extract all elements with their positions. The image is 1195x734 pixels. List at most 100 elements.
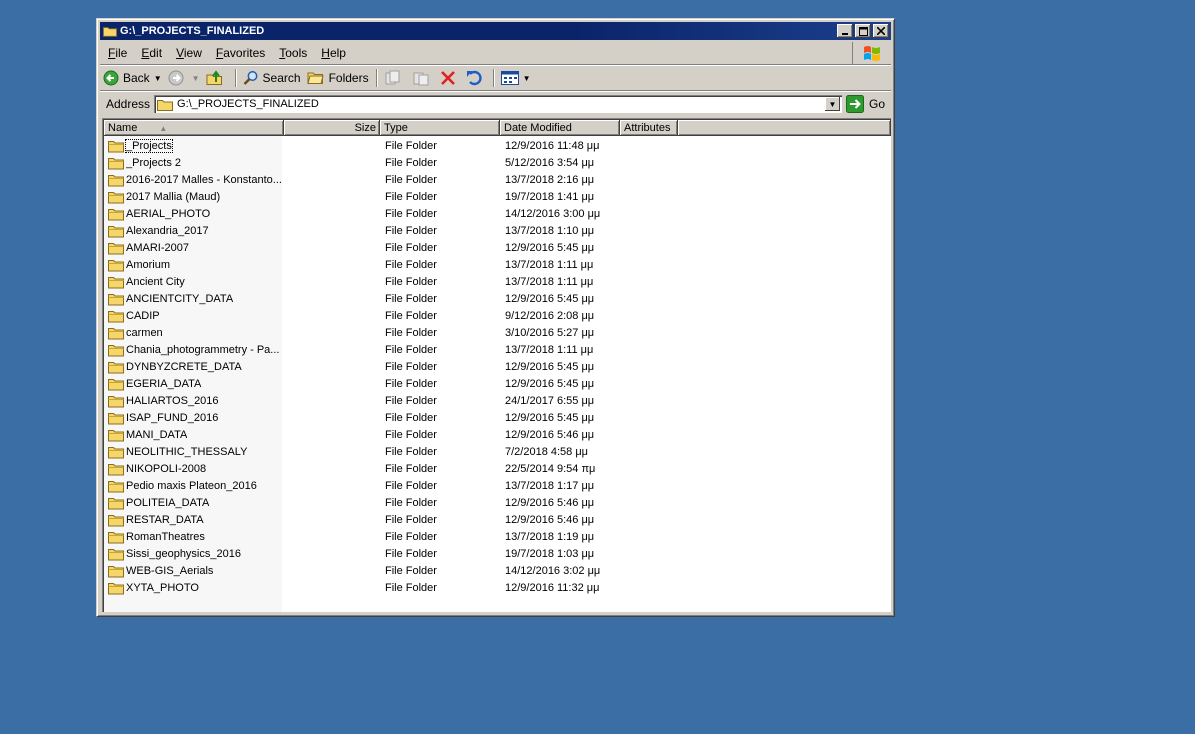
column-header-size[interactable]: Size	[284, 120, 380, 136]
address-input[interactable]: G:\_PROJECTS_FINALIZED ▼	[154, 95, 842, 113]
move-to-button[interactable]	[381, 68, 409, 88]
table-row[interactable]: carmen File Folder 3/10/2016 5:27 μμ	[104, 324, 891, 341]
file-name-cell[interactable]: Sissi_geophysics_2016	[104, 547, 284, 561]
file-name-cell[interactable]: _Projects	[104, 138, 284, 153]
file-name-cell[interactable]: ANCIENTCITY_DATA	[104, 292, 284, 306]
file-date-modified: 9/12/2016 2:08 μμ	[505, 309, 595, 322]
table-row[interactable]: DYNBYZCRETE_DATA File Folder 12/9/2016 5:4…	[104, 358, 891, 375]
up-button[interactable]	[203, 68, 231, 88]
file-name-cell[interactable]: 2016-2017 Malles - Konstanto...	[104, 173, 284, 187]
maximize-button[interactable]	[855, 24, 871, 38]
column-header-attributes[interactable]: Attributes	[620, 120, 678, 136]
table-row[interactable]: 2016-2017 Malles - Konstanto... File Fold…	[104, 171, 891, 188]
menu-help[interactable]: Help	[315, 46, 352, 60]
file-name-cell[interactable]: _Projects 2	[104, 156, 284, 170]
table-row[interactable]: ISAP_FUND_2016 File Folder 12/9/2016 5:45 …	[104, 409, 891, 426]
folder-icon	[108, 276, 124, 288]
delete-button[interactable]	[437, 68, 463, 88]
file-name-cell[interactable]: ISAP_FUND_2016	[104, 411, 284, 425]
file-name-cell[interactable]: Amorium	[104, 258, 284, 272]
views-dropdown-icon[interactable]: ▼	[523, 74, 531, 83]
explorer-window: G:\_PROJECTS_FINALIZED File Edit View Fa…	[96, 18, 895, 617]
file-name-cell[interactable]: RomanTheatres	[104, 530, 284, 544]
table-row[interactable]: 2017 Mallia (Maud) File Folder 19/7/2018 1…	[104, 188, 891, 205]
file-name-cell[interactable]: RESTAR_DATA	[104, 513, 284, 527]
table-row[interactable]: EGERIA_DATA File Folder 12/9/2016 5:45 μμ	[104, 375, 891, 392]
file-type: File Folder	[385, 411, 437, 424]
back-label: Back	[123, 71, 150, 85]
folders-button[interactable]: Folders	[304, 68, 372, 88]
address-dropdown-button[interactable]: ▼	[824, 97, 840, 111]
menu-tools[interactable]: Tools	[273, 46, 313, 60]
file-type: File Folder	[385, 513, 437, 526]
file-name-cell[interactable]: XYTA_PHOTO	[104, 581, 284, 595]
table-row[interactable]: Ancient City File Folder 13/7/2018 1:11 μμ	[104, 273, 891, 290]
file-name-cell[interactable]: HALIARTOS_2016	[104, 394, 284, 408]
table-row[interactable]: HALIARTOS_2016 File Folder 24/1/2017 6:55 …	[104, 392, 891, 409]
menu-edit[interactable]: Edit	[135, 46, 168, 60]
file-name-cell[interactable]: EGERIA_DATA	[104, 377, 284, 391]
table-row[interactable]: _Projects 2 File Folder 5/12/2016 3:54 μμ	[104, 154, 891, 171]
file-name-cell[interactable]: 2017 Mallia (Maud)	[104, 190, 284, 204]
file-name-cell[interactable]: NIKOPOLI-2008	[104, 462, 284, 476]
address-bar: Address G:\_PROJECTS_FINALIZED ▼ Go	[100, 92, 891, 116]
back-button[interactable]: Back ▼	[100, 68, 165, 88]
table-row[interactable]: Amorium File Folder 13/7/2018 1:11 μμ	[104, 256, 891, 273]
undo-button[interactable]	[463, 68, 489, 88]
table-row[interactable]: RESTAR_DATA File Folder 12/9/2016 5:46 μμ	[104, 511, 891, 528]
forward-button[interactable]: ▼	[165, 68, 203, 88]
table-row[interactable]: XYTA_PHOTO File Folder 12/9/2016 11:32 μμ	[104, 579, 891, 596]
file-name: AMARI-2007	[126, 241, 189, 254]
file-list[interactable]: Name ▲ Size Type Date Modified Attributes…	[102, 118, 891, 612]
column-header-date-modified[interactable]: Date Modified	[500, 120, 620, 136]
forward-dropdown-icon[interactable]: ▼	[192, 74, 200, 83]
table-row[interactable]: Pedio maxis Plateon_2016 File Folder 13/7/…	[104, 477, 891, 494]
views-button[interactable]: ▼	[498, 68, 534, 88]
file-name-cell[interactable]: Pedio maxis Plateon_2016	[104, 479, 284, 493]
table-row[interactable]: RomanTheatres File Folder 13/7/2018 1:19 μ…	[104, 528, 891, 545]
table-row[interactable]: _Projects File Folder 12/9/2016 11:48 μμ	[104, 137, 891, 154]
folder-icon	[108, 174, 124, 186]
menu-favorites[interactable]: Favorites	[210, 46, 271, 60]
go-button[interactable]: Go	[842, 95, 891, 113]
file-name: Amorium	[126, 258, 171, 271]
table-row[interactable]: AMARI-2007 File Folder 12/9/2016 5:45 μμ	[104, 239, 891, 256]
file-name-cell[interactable]: POLITEIA_DATA	[104, 496, 284, 510]
copy-to-button[interactable]	[409, 68, 437, 88]
menu-file[interactable]: File	[102, 46, 133, 60]
table-row[interactable]: AERIAL_PHOTO File Folder 14/12/2016 3:00 μ…	[104, 205, 891, 222]
table-row[interactable]: CADIP File Folder 9/12/2016 2:08 μμ	[104, 307, 891, 324]
file-name-cell[interactable]: carmen	[104, 326, 284, 340]
table-row[interactable]: Chania_photogrammetry - Pa... File Folder…	[104, 341, 891, 358]
file-name-cell[interactable]: WEB-GIS_Aerials	[104, 564, 284, 578]
back-dropdown-icon[interactable]: ▼	[154, 74, 162, 83]
title-bar[interactable]: G:\_PROJECTS_FINALIZED	[100, 22, 891, 40]
table-row[interactable]: POLITEIA_DATA File Folder 12/9/2016 5:46 μ…	[104, 494, 891, 511]
file-name-cell[interactable]: CADIP	[104, 309, 284, 323]
close-button[interactable]	[873, 24, 889, 38]
column-header-name[interactable]: Name ▲	[104, 120, 284, 136]
table-row[interactable]: WEB-GIS_Aerials File Folder 14/12/2016 3:0…	[104, 562, 891, 579]
table-row[interactable]: Sissi_geophysics_2016 File Folder 19/7/201…	[104, 545, 891, 562]
file-date-modified: 13/7/2018 1:19 μμ	[505, 530, 595, 543]
file-name-cell[interactable]: Alexandria_2017	[104, 224, 284, 238]
file-date-modified: 13/7/2018 2:16 μμ	[505, 173, 595, 186]
file-name-cell[interactable]: AMARI-2007	[104, 241, 284, 255]
minimize-button[interactable]	[837, 24, 853, 38]
menu-view[interactable]: View	[170, 46, 208, 60]
table-row[interactable]: MANI_DATA File Folder 12/9/2016 5:46 μμ	[104, 426, 891, 443]
file-name-cell[interactable]: Ancient City	[104, 275, 284, 289]
file-name-cell[interactable]: MANI_DATA	[104, 428, 284, 442]
table-row[interactable]: ANCIENTCITY_DATA File Folder 12/9/2016 5:4…	[104, 290, 891, 307]
file-name-cell[interactable]: NEOLITHIC_THESSALY	[104, 445, 284, 459]
table-row[interactable]: NEOLITHIC_THESSALY File Folder 7/2/2018 4:…	[104, 443, 891, 460]
file-name-cell[interactable]: DYNBYZCRETE_DATA	[104, 360, 284, 374]
file-name-cell[interactable]: Chania_photogrammetry - Pa...	[104, 343, 284, 357]
table-row[interactable]: NIKOPOLI-2008 File Folder 22/5/2014 9:54 π…	[104, 460, 891, 477]
column-header-type[interactable]: Type	[380, 120, 500, 136]
table-row[interactable]: Alexandria_2017 File Folder 13/7/2018 1:10…	[104, 222, 891, 239]
search-button[interactable]: Search	[240, 68, 304, 88]
file-name-cell[interactable]: AERIAL_PHOTO	[104, 207, 284, 221]
maximize-icon	[858, 26, 868, 36]
file-date-modified: 19/7/2018 1:03 μμ	[505, 547, 595, 560]
